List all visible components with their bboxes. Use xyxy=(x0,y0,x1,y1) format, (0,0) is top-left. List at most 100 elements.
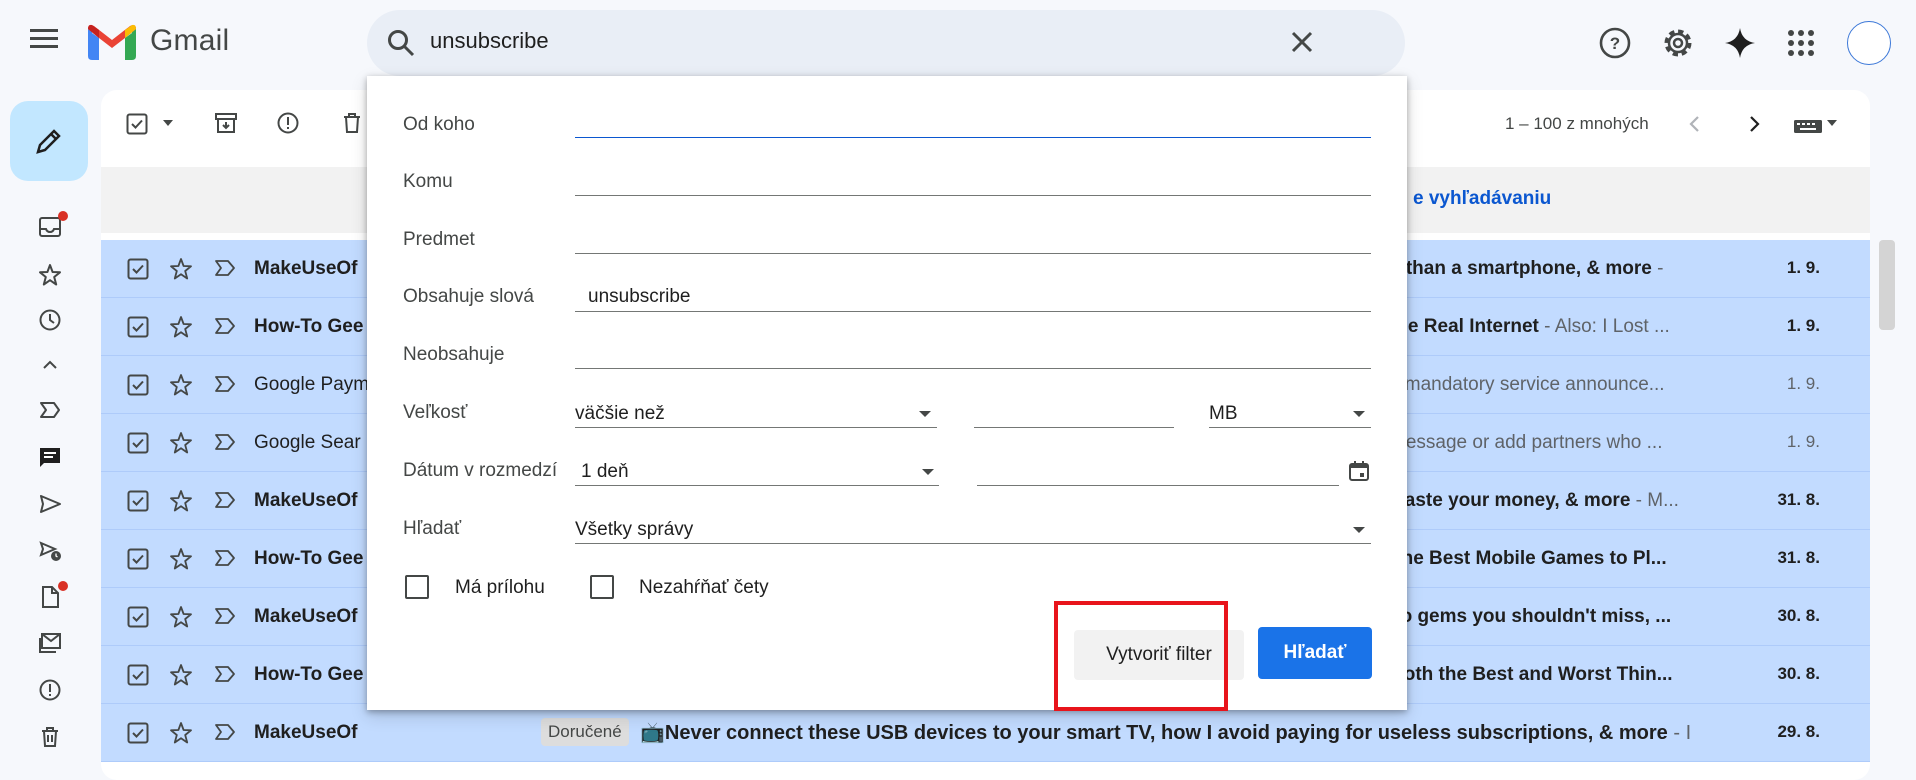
report-spam-icon[interactable] xyxy=(276,111,300,135)
keyboard-icon[interactable] xyxy=(1793,115,1839,135)
star-icon[interactable] xyxy=(169,547,193,571)
row-checkbox[interactable] xyxy=(127,548,149,570)
star-icon[interactable] xyxy=(169,315,193,339)
draft-icon[interactable] xyxy=(36,581,68,611)
star-icon[interactable] xyxy=(169,721,193,745)
app-name[interactable]: Gmail xyxy=(150,24,229,58)
email-sender: MakeUseOf xyxy=(254,722,358,743)
search-icon[interactable] xyxy=(386,28,416,58)
chevron-down-icon[interactable] xyxy=(1353,527,1365,533)
importance-marker-icon[interactable] xyxy=(214,433,236,451)
chat-icon[interactable] xyxy=(36,443,64,471)
has-attachment-checkbox[interactable] xyxy=(405,575,429,599)
send-icon[interactable] xyxy=(36,490,64,518)
help-icon[interactable]: ? xyxy=(1598,26,1632,60)
avatar[interactable] xyxy=(1847,21,1891,65)
sparkle-icon[interactable] xyxy=(1723,26,1757,60)
from-input[interactable] xyxy=(575,137,1371,138)
row-checkbox[interactable] xyxy=(127,258,149,280)
importance-marker-icon[interactable] xyxy=(214,665,236,683)
chevron-left-icon[interactable] xyxy=(1684,113,1706,135)
email-subject: message or add partners who ... xyxy=(1390,432,1662,454)
chevron-down-icon[interactable] xyxy=(1353,411,1365,417)
scheduled-send-icon[interactable] xyxy=(36,537,64,565)
spam-icon[interactable] xyxy=(36,676,64,704)
delete-icon[interactable] xyxy=(340,111,364,135)
row-checkbox[interactable] xyxy=(127,664,149,686)
size-unit-select[interactable]: MB xyxy=(1209,403,1238,425)
search-input[interactable]: unsubscribe xyxy=(430,28,549,54)
compose-button[interactable] xyxy=(10,101,88,181)
trash-icon[interactable] xyxy=(36,723,64,751)
chevron-down-icon[interactable] xyxy=(922,469,934,475)
email-date: 31. 8. xyxy=(1777,548,1820,567)
star-icon[interactable] xyxy=(36,261,64,289)
star-icon[interactable] xyxy=(169,489,193,513)
date-input[interactable] xyxy=(977,485,1339,486)
importance-marker-icon[interactable] xyxy=(214,317,236,335)
row-checkbox[interactable] xyxy=(127,374,149,396)
importance-marker-icon[interactable] xyxy=(214,549,236,567)
email-sender: How-To Gee xyxy=(254,316,364,337)
star-icon[interactable] xyxy=(169,373,193,397)
importance-marker-icon[interactable] xyxy=(214,375,236,393)
email-subject: the Real Internet - Also: I Lost ... xyxy=(1390,316,1670,338)
email-date: 29. 8. xyxy=(1777,722,1820,741)
search-tip-link[interactable]: e vyhľadávaniu xyxy=(1413,188,1551,210)
has-words-input[interactable]: unsubscribe xyxy=(588,286,690,308)
email-subject: e than a smartphone, & more - xyxy=(1390,258,1663,280)
chevron-right-icon[interactable] xyxy=(1743,113,1765,135)
importance-marker-icon[interactable] xyxy=(214,723,236,741)
email-date: 1. 9. xyxy=(1786,258,1820,277)
subject-input[interactable] xyxy=(575,253,1371,254)
to-input[interactable] xyxy=(575,195,1371,196)
chevron-up-icon[interactable] xyxy=(36,351,64,379)
email-subject-text: waste your money, & more xyxy=(1390,490,1631,511)
importance-marker-icon[interactable] xyxy=(214,491,236,509)
label-important-icon[interactable] xyxy=(36,396,64,424)
row-checkbox[interactable] xyxy=(127,722,149,744)
date-range-underline xyxy=(575,485,939,486)
calendar-icon[interactable] xyxy=(1347,459,1371,483)
row-checkbox[interactable] xyxy=(127,606,149,628)
email-subject[interactable]: 📺Never connect these USB devices to your… xyxy=(640,720,1691,745)
search-in-select[interactable]: Všetky správy xyxy=(575,519,693,541)
highlight-box xyxy=(1054,601,1228,711)
email-subject-text: 📺Never connect these USB devices to your… xyxy=(640,722,1668,744)
close-icon[interactable] xyxy=(1288,28,1316,56)
email-snippet: - I xyxy=(1667,722,1692,744)
email-snippet: message or add partners who ... xyxy=(1390,432,1663,453)
select-dropdown-icon[interactable] xyxy=(161,118,175,128)
row-checkbox[interactable] xyxy=(127,490,149,512)
date-range-label: Dátum v rozmedzí xyxy=(403,460,558,481)
doesnt-have-input[interactable] xyxy=(575,368,1371,369)
select-all-checkbox[interactable] xyxy=(126,113,148,135)
main-menu-icon[interactable] xyxy=(30,28,66,58)
scrollbar-thumb[interactable] xyxy=(1879,240,1895,330)
row-checkbox[interactable] xyxy=(127,432,149,454)
star-icon[interactable] xyxy=(169,663,193,687)
archive-icon[interactable] xyxy=(214,111,238,135)
row-checkbox[interactable] xyxy=(127,316,149,338)
email-sender: Google Sear xyxy=(254,432,361,453)
size-operator-select[interactable]: väčšie než xyxy=(575,403,665,425)
star-icon[interactable] xyxy=(169,431,193,455)
email-subject: s mandatory service announce... xyxy=(1390,374,1665,396)
chevron-down-icon[interactable] xyxy=(919,411,931,417)
apps-grid-icon[interactable] xyxy=(1784,26,1818,60)
clock-icon[interactable] xyxy=(36,306,64,334)
inbox-label-badge: Doručené xyxy=(541,718,629,746)
exclude-chats-checkbox[interactable] xyxy=(590,575,614,599)
star-icon[interactable] xyxy=(169,605,193,629)
size-value-input[interactable] xyxy=(974,427,1174,428)
star-icon[interactable] xyxy=(169,257,193,281)
inbox-icon[interactable] xyxy=(36,211,68,241)
gmail-logo-icon[interactable] xyxy=(88,24,136,60)
email-sender: Google Paym xyxy=(254,374,370,395)
search-button[interactable]: Hľadať xyxy=(1258,627,1372,679)
importance-marker-icon[interactable] xyxy=(214,259,236,277)
gear-icon[interactable] xyxy=(1661,26,1695,60)
importance-marker-icon[interactable] xyxy=(214,607,236,625)
all-mail-icon[interactable] xyxy=(36,629,64,657)
date-range-select[interactable]: 1 deň xyxy=(581,461,629,483)
